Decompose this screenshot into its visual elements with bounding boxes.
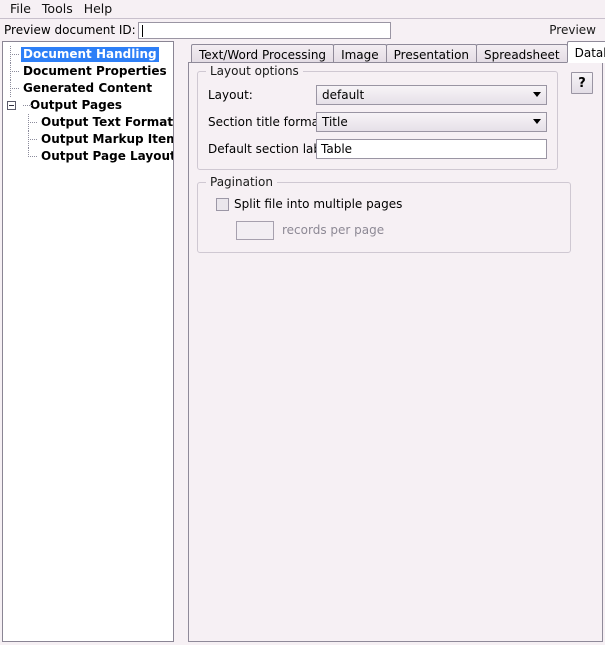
layout-label: Layout:	[208, 87, 253, 102]
tree-connector	[10, 46, 21, 63]
layout-options-group: Layout options Layout: default Section t…	[197, 65, 558, 170]
chevron-down-icon	[528, 92, 546, 97]
layout-dropdown[interactable]: default	[316, 84, 547, 105]
database-tab-panel: ? Layout options Layout: default Section…	[188, 62, 603, 642]
preview-button[interactable]: Preview	[546, 22, 599, 38]
menu-item-file[interactable]: File	[5, 1, 37, 18]
tree-item-generated-content[interactable]: Generated Content	[3, 80, 173, 97]
layout-dropdown-value: default	[322, 87, 365, 102]
split-file-row[interactable]: Split file into multiple pages	[208, 195, 560, 213]
section-title-format-dropdown[interactable]: Title	[316, 111, 547, 132]
config-panel: Text/Word Processing Image Presentation …	[188, 41, 605, 642]
settings-tree: Document Handling Document Properties Ge…	[3, 42, 173, 165]
text-caret	[141, 24, 143, 37]
format-tab-bar: Text/Word Processing Image Presentation …	[188, 41, 605, 63]
preview-document-id-label: Preview document ID:	[4, 23, 136, 37]
tab-presentation[interactable]: Presentation	[385, 44, 478, 63]
tree-item-output-text-formats[interactable]: Output Text Formats	[3, 114, 173, 131]
tree-item-label: Generated Content	[23, 81, 153, 95]
split-file-checkbox[interactable]	[216, 197, 229, 211]
menu-item-tools[interactable]: Tools	[37, 1, 79, 18]
chevron-down-icon	[528, 119, 546, 124]
section-title-format-label: Section title format:	[208, 114, 328, 129]
tree-item-label: Output Markup Items	[41, 132, 174, 146]
records-per-page-row: records per page	[208, 220, 560, 240]
tree-item-label: Output Pages	[30, 98, 122, 112]
tab-text-word-processing[interactable]: Text/Word Processing	[191, 44, 335, 63]
tree-collapse-icon[interactable]	[5, 97, 23, 114]
preview-bar: Preview document ID: Preview	[0, 19, 605, 41]
tree-item-document-properties[interactable]: Document Properties	[3, 63, 173, 80]
layout-options-title: Layout options	[206, 65, 303, 78]
help-button[interactable]: ?	[571, 72, 593, 94]
tree-item-output-page-layouts[interactable]: Output Page Layouts	[3, 148, 173, 165]
tree-item-label: Output Text Formats	[41, 115, 174, 129]
tab-image[interactable]: Image	[333, 44, 387, 63]
tree-item-document-handling[interactable]: Document Handling	[3, 46, 173, 63]
main-split: Document Handling Document Properties Ge…	[0, 41, 605, 645]
tree-connector	[28, 114, 39, 131]
tree-connector	[10, 80, 21, 97]
pagination-title: Pagination	[206, 176, 277, 189]
tab-database[interactable]: Database	[566, 41, 605, 63]
tree-connector	[28, 148, 39, 165]
settings-tree-panel[interactable]: Document Handling Document Properties Ge…	[2, 41, 174, 642]
pagination-group: Pagination Split file into multiple page…	[197, 176, 571, 253]
records-per-page-label: records per page	[282, 223, 385, 237]
section-title-format-dropdown-value: Title	[322, 114, 348, 129]
default-section-label-value: Table	[321, 141, 353, 156]
tree-item-label: Output Page Layouts	[41, 149, 174, 163]
section-title-format-field-row: Section title format: Title	[208, 111, 547, 132]
tree-item-label: Document Handling	[21, 47, 159, 62]
tree-connector	[10, 63, 21, 80]
tree-connector	[23, 97, 33, 114]
question-mark-icon: ?	[578, 75, 586, 91]
menu-bar: File Tools Help	[0, 0, 605, 19]
menu-item-help[interactable]: Help	[79, 1, 119, 18]
split-file-label: Split file into multiple pages	[234, 197, 403, 211]
tree-item-output-markup-items[interactable]: Output Markup Items	[3, 131, 173, 148]
default-section-label-field-row: Default section label Table	[208, 138, 547, 159]
records-per-page-input[interactable]	[236, 220, 274, 240]
tree-connector	[28, 131, 39, 148]
default-section-label-label: Default section label	[208, 141, 332, 156]
tree-item-output-pages[interactable]: Output Pages	[3, 97, 173, 114]
tree-item-label: Document Properties	[23, 64, 167, 78]
layout-field-row: Layout: default	[208, 84, 547, 105]
preview-document-id-input[interactable]	[137, 21, 391, 39]
default-section-label-input[interactable]: Table	[316, 138, 547, 159]
tab-spreadsheet[interactable]: Spreadsheet	[476, 44, 568, 63]
